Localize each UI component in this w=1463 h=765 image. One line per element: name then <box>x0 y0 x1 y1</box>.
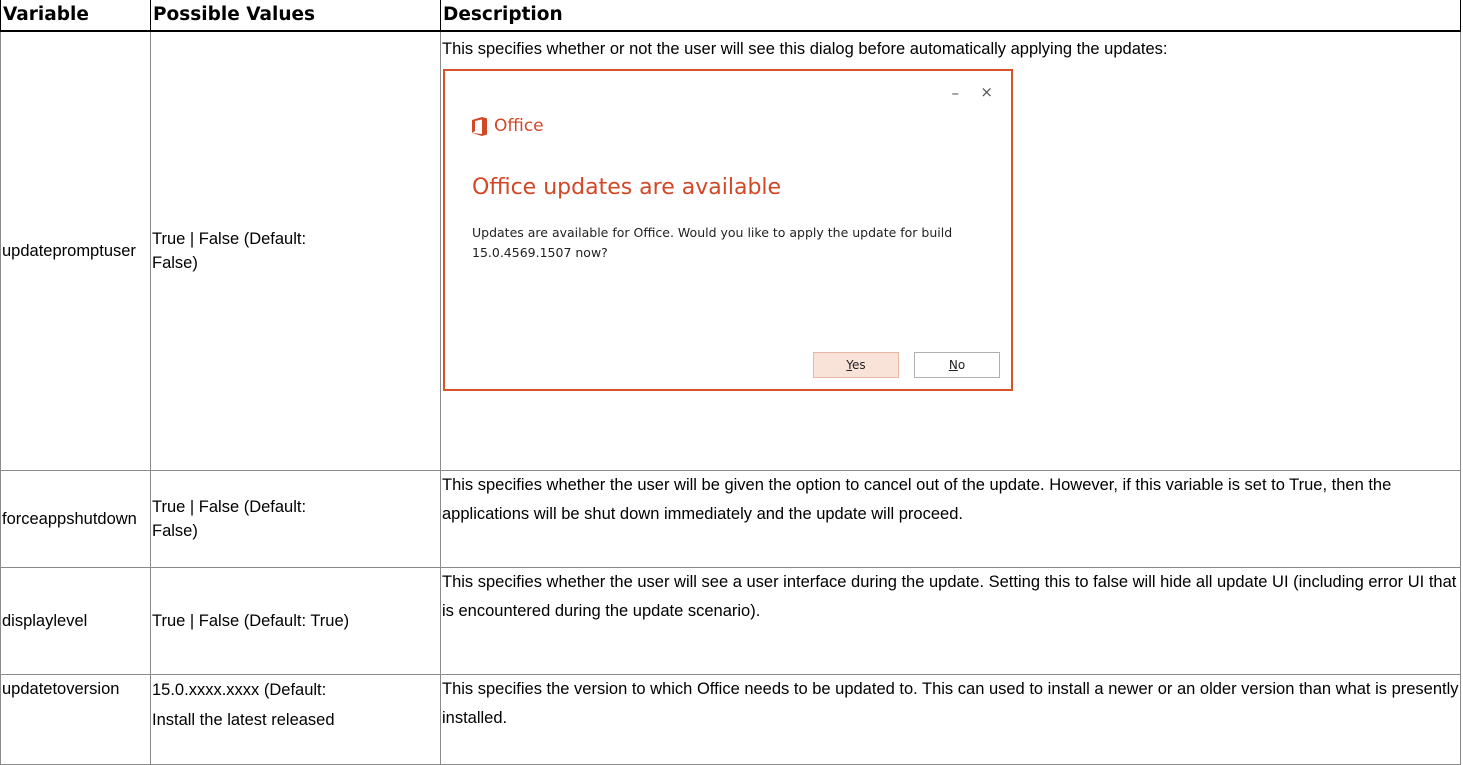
values-cell: True | False (Default: False) <box>150 469 441 568</box>
yes-label: es <box>852 358 866 372</box>
dialog-heading: Office updates are available <box>472 175 782 200</box>
header-description: Description <box>440 0 1461 32</box>
description-text: This specifies whether the user will see… <box>442 572 1457 620</box>
table-row: forceappshutdown True | False (Default: … <box>0 469 1461 568</box>
variable-name: displaylevel <box>2 611 88 630</box>
values-cell: 15.0.xxxx.xxxx (Default: Install the lat… <box>150 673 441 765</box>
table-row: updatetoversion 15.0.xxxx.xxxx (Default:… <box>0 673 1461 765</box>
dialog-message: Updates are available for Office. Would … <box>472 225 953 260</box>
description-cell: This specifies the version to which Offi… <box>440 673 1461 765</box>
table-row: updatepromptuser True | False (Default: … <box>0 30 1461 471</box>
no-accesskey: N <box>948 358 958 372</box>
office-brand-text: Office <box>494 116 544 136</box>
variable-name: updatepromptuser <box>2 241 136 260</box>
table-header-row: Variable Possible Values Description <box>0 0 1461 32</box>
variable-name: updatetoversion <box>2 679 120 698</box>
description-text: This specifies the version to which Offi… <box>442 679 1459 727</box>
variable-name: forceappshutdown <box>2 509 137 528</box>
possible-values: True | False (Default: True) <box>152 611 350 630</box>
header-variable: Variable <box>0 0 151 32</box>
table-row: displaylevel True | False (Default: True… <box>0 566 1461 675</box>
no-label: o <box>957 358 966 372</box>
possible-values: 15.0.xxxx.xxxx (Default: Install the lat… <box>152 680 335 729</box>
values-cell: True | False (Default: False) <box>150 30 441 471</box>
variables-table: Variable Possible Values Description upd… <box>0 0 1461 765</box>
yes-button[interactable]: Yes <box>813 352 899 378</box>
variable-cell: displaylevel <box>0 566 151 675</box>
description-cell: This specifies whether the user will be … <box>440 469 1461 568</box>
header-possible-values: Possible Values <box>150 0 441 32</box>
variable-cell: updatetoversion <box>0 673 151 765</box>
variable-cell: forceappshutdown <box>0 469 151 568</box>
description-cell: This specifies whether the user will see… <box>440 566 1461 675</box>
possible-values: True | False (Default: False) <box>152 229 307 272</box>
values-cell: True | False (Default: True) <box>150 566 441 675</box>
office-update-dialog: – × Office Office updates are available … <box>443 69 1013 391</box>
variable-cell: updatepromptuser <box>0 30 151 471</box>
description-text: This specifies whether the user will be … <box>442 475 1392 523</box>
office-logo: Office <box>472 114 544 138</box>
minimize-icon[interactable]: – <box>952 81 960 105</box>
description-text: This specifies whether or not the user w… <box>442 40 1168 58</box>
close-icon[interactable]: × <box>980 80 993 104</box>
office-logo-icon <box>472 116 487 136</box>
no-button[interactable]: No <box>914 352 1000 378</box>
description-cell: This specifies whether or not the user w… <box>440 30 1461 471</box>
possible-values: True | False (Default: False) <box>152 497 307 540</box>
